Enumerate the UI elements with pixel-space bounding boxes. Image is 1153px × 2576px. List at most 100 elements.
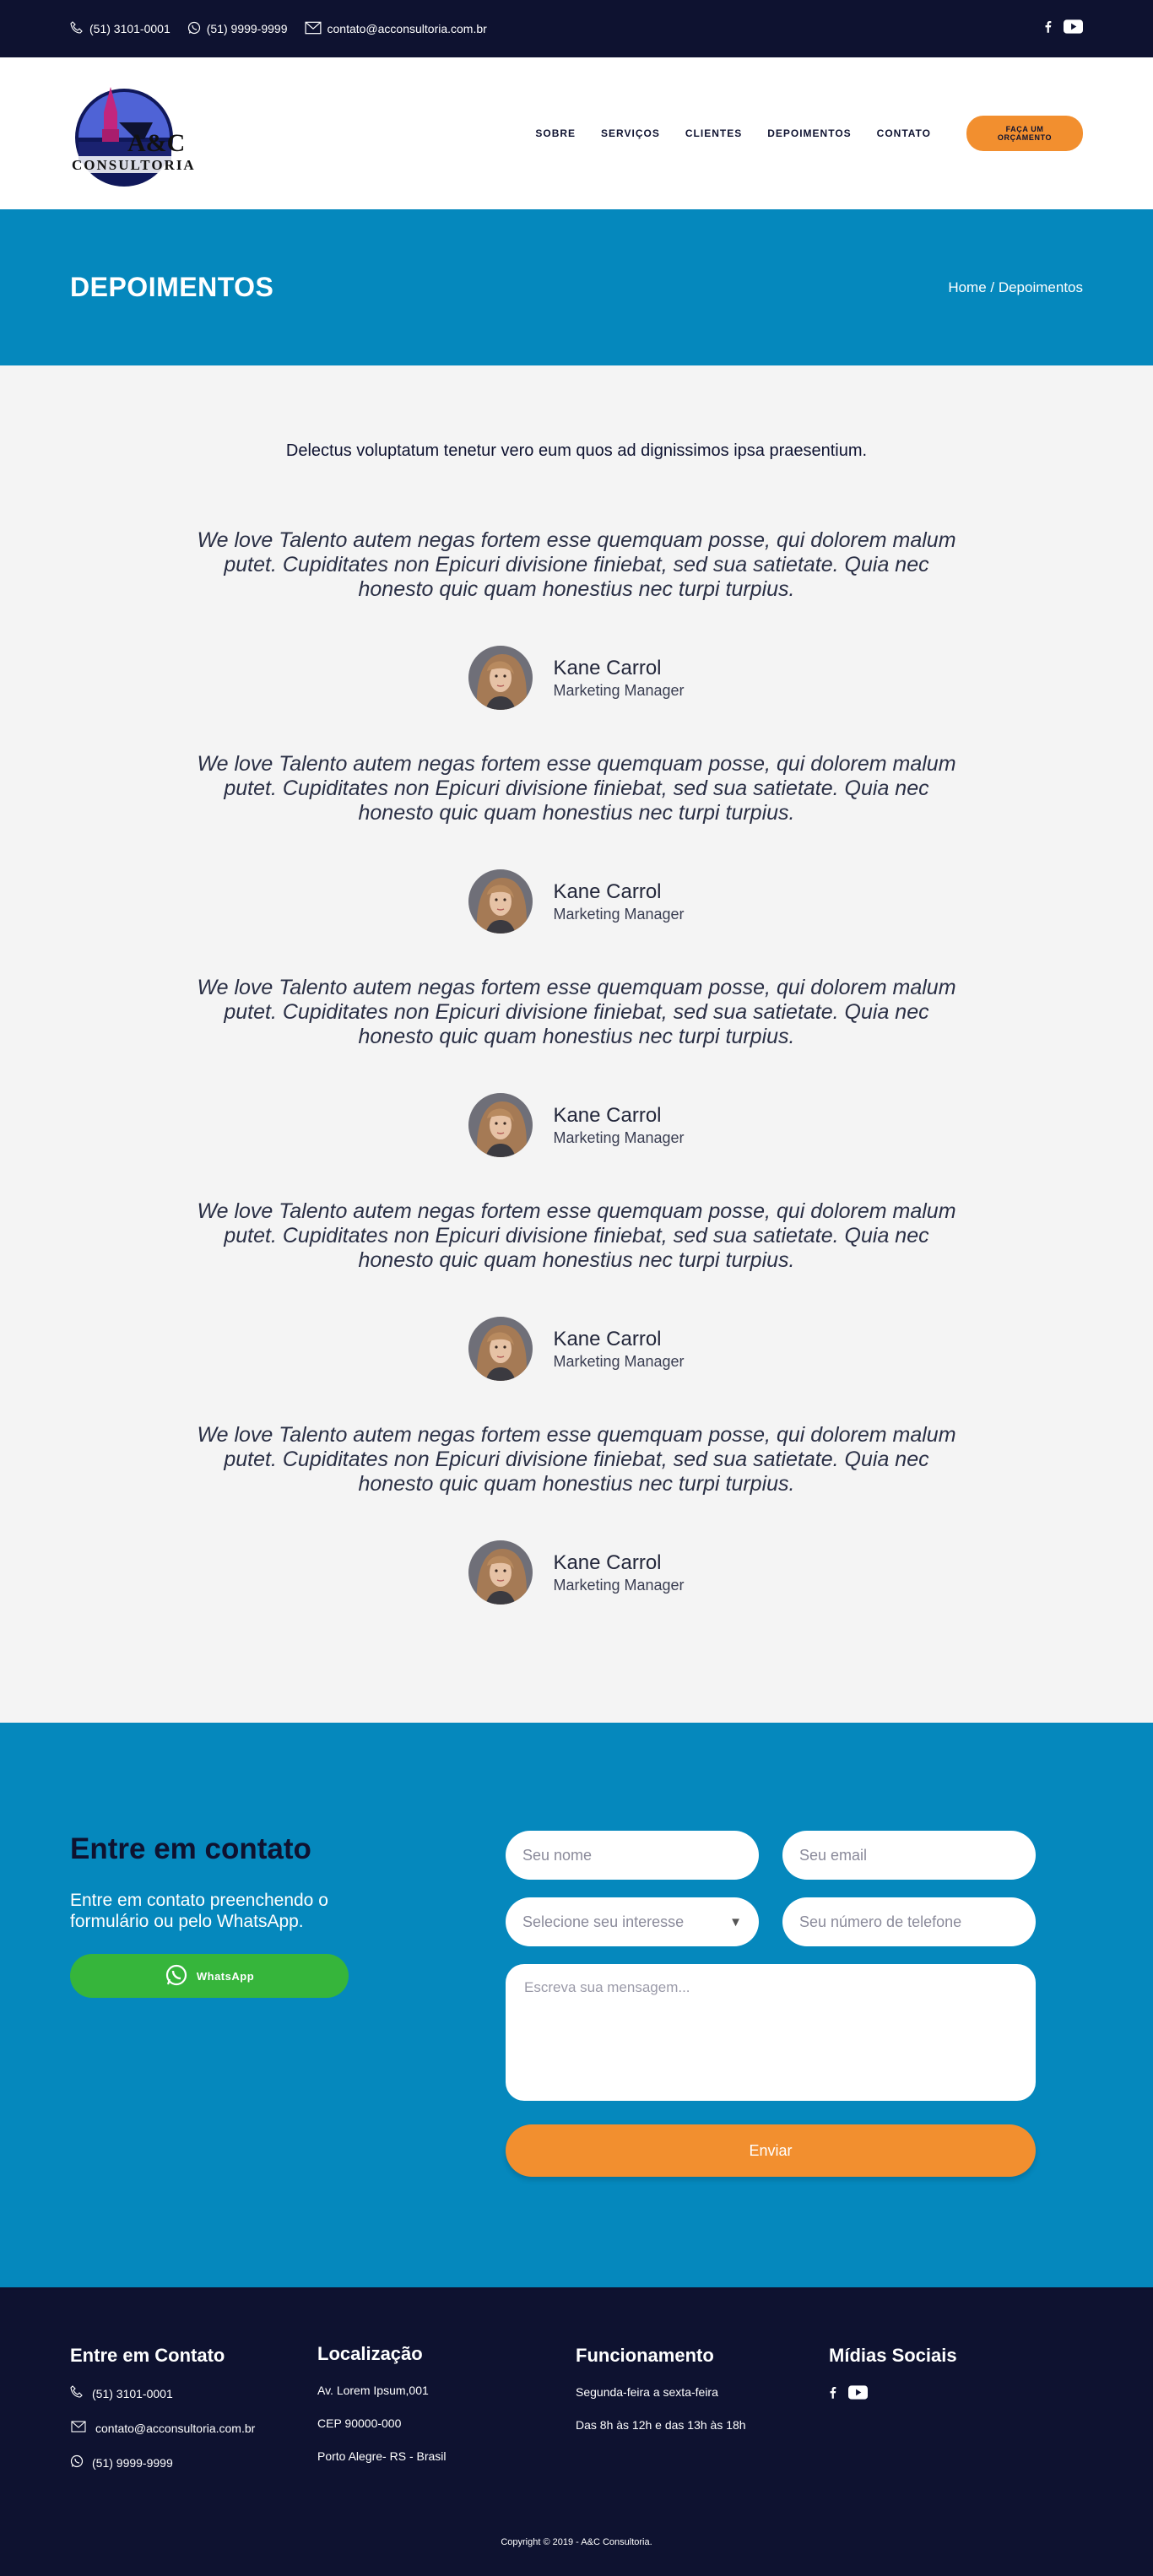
footer-phone-text: (51) 3101-0001 xyxy=(92,2386,173,2400)
interest-select[interactable]: Selecione seu interesse ▼ xyxy=(506,1897,759,1946)
testimonial-author: Kane Carrol Marketing Manager xyxy=(197,646,956,710)
footer-contact: Entre em Contato (51) 3101-0001 contato@… xyxy=(70,2345,255,2490)
top-phone[interactable]: (51) 3101-0001 xyxy=(70,20,171,37)
author-name: Kane Carrol xyxy=(553,879,662,903)
top-email[interactable]: contato@acconsultoria.com.br xyxy=(305,21,487,37)
footer-location: Localização Av. Lorem Ipsum,001 CEP 9000… xyxy=(317,2343,447,2482)
main-nav: SOBRE SERVIÇOS CLIENTES DEPOIMENTOS CONT… xyxy=(535,116,1083,151)
author-info: Kane Carrol Marketing Manager xyxy=(553,1104,684,1147)
footer-cep: CEP 90000-000 xyxy=(317,2416,402,2430)
top-email-text: contato@acconsultoria.com.br xyxy=(327,22,487,35)
mail-icon xyxy=(70,2421,87,2435)
whatsapp-button[interactable]: WhatsApp xyxy=(70,1954,349,1998)
message-textarea[interactable]: Escreva sua mensagem... xyxy=(506,1964,1036,2101)
testimonial-quote: We love Talento autem negas fortem esse … xyxy=(197,528,956,601)
copyright: Copyright © 2019 - A&C Consultoria. xyxy=(501,2537,652,2547)
footer-address: Av. Lorem Ipsum,001 xyxy=(317,2384,429,2397)
contact-info: Entre em contato Entre em contato preenc… xyxy=(70,1832,349,1998)
author-info: Kane Carrol Marketing Manager xyxy=(553,880,684,923)
author-info: Kane Carrol Marketing Manager xyxy=(553,657,684,700)
mail-icon xyxy=(305,21,322,37)
top-whatsapp-text: (51) 9999-9999 xyxy=(206,22,288,35)
submit-button[interactable]: Enviar xyxy=(506,2124,1036,2177)
footer-location-title: Localização xyxy=(317,2343,423,2364)
page-title: DEPOIMENTOS xyxy=(70,272,274,302)
message-placeholder: Escreva sua mensagem... xyxy=(524,1979,690,1995)
footer-city: Porto Alegre- RS - Brasil xyxy=(317,2449,447,2463)
youtube-icon[interactable] xyxy=(848,2385,868,2404)
avatar xyxy=(468,869,533,934)
footer-email[interactable]: contato@acconsultoria.com.br xyxy=(70,2421,255,2435)
facebook-icon[interactable] xyxy=(1044,20,1052,37)
logo-subtext: CONSULTORIA xyxy=(72,157,196,173)
footer-social: Mídias Sociais xyxy=(829,2345,957,2404)
testimonial: We love Talento autem negas fortem esse … xyxy=(197,976,956,1157)
author-info: Kane Carrol Marketing Manager xyxy=(553,1551,684,1594)
youtube-icon[interactable] xyxy=(1064,19,1083,38)
testimonial: We love Talento autem negas fortem esse … xyxy=(197,528,956,710)
author-role: Marketing Manager xyxy=(553,905,685,923)
email-input[interactable]: Seu email xyxy=(782,1831,1036,1880)
author-name: Kane Carrol xyxy=(553,1327,662,1350)
author-role: Marketing Manager xyxy=(553,1576,685,1594)
testimonial: We love Talento autem negas fortem esse … xyxy=(197,752,956,934)
breadcrumb[interactable]: Home / Depoimentos xyxy=(948,279,1083,296)
nav-clientes[interactable]: CLIENTES xyxy=(685,127,742,139)
caret-down-icon: ▼ xyxy=(729,1914,742,1929)
name-input[interactable]: Seu nome xyxy=(506,1831,759,1880)
author-info: Kane Carrol Marketing Manager xyxy=(553,1328,684,1371)
quote-button[interactable]: FAÇA UM ORÇAMENTO xyxy=(966,116,1083,151)
site-footer: Entre em Contato (51) 3101-0001 contato@… xyxy=(0,2287,1153,2576)
testimonial-author: Kane Carrol Marketing Manager xyxy=(197,1317,956,1381)
nav-servicos[interactable]: SERVIÇOS xyxy=(601,127,660,139)
author-name: Kane Carrol xyxy=(553,1550,662,1574)
name-placeholder: Seu nome xyxy=(522,1846,593,1864)
testimonial-quote: We love Talento autem negas fortem esse … xyxy=(197,1199,956,1272)
whatsapp-button-label: WhatsApp xyxy=(196,1969,255,1983)
author-name: Kane Carrol xyxy=(553,656,662,679)
footer-email-text: contato@acconsultoria.com.br xyxy=(95,2421,256,2435)
email-placeholder: Seu email xyxy=(799,1846,868,1864)
footer-hours: Funcionamento Segunda-feira a sexta-feir… xyxy=(576,2345,746,2451)
footer-whatsapp-text: (51) 9999-9999 xyxy=(92,2455,173,2470)
phone-icon xyxy=(70,2385,84,2401)
footer-hours-title: Funcionamento xyxy=(576,2345,714,2366)
avatar xyxy=(468,646,533,710)
top-social xyxy=(1044,19,1083,38)
top-whatsapp[interactable]: (51) 9999-9999 xyxy=(187,21,288,37)
author-role: Marketing Manager xyxy=(553,1352,685,1370)
author-role: Marketing Manager xyxy=(553,681,685,699)
avatar xyxy=(468,1540,533,1605)
contact-section: Entre em contato Entre em contato preenc… xyxy=(0,1723,1153,2287)
interest-select-value: Selecione seu interesse xyxy=(522,1913,685,1930)
testimonials-section: Delectus voluptatum tenetur vero eum quo… xyxy=(0,365,1153,1723)
contact-form: Seu nome Seu email Selecione seu interes… xyxy=(506,1831,1036,2177)
whatsapp-icon xyxy=(70,2454,84,2470)
testimonial-author: Kane Carrol Marketing Manager xyxy=(197,1093,956,1157)
company-logo[interactable]: A&C CONSULTORIA xyxy=(70,78,197,188)
testimonials-list: We love Talento autem negas fortem esse … xyxy=(0,528,1153,1605)
phone-placeholder: Seu número de telefone xyxy=(799,1913,962,1930)
footer-phone[interactable]: (51) 3101-0001 xyxy=(70,2385,255,2401)
nav-depoimentos[interactable]: DEPOIMENTOS xyxy=(767,127,851,139)
footer-days: Segunda-feira a sexta-feira xyxy=(576,2385,718,2399)
footer-contact-title: Entre em Contato xyxy=(70,2345,225,2366)
testimonials-intro: Delectus voluptatum tenetur vero eum quo… xyxy=(285,441,868,460)
testimonial-author: Kane Carrol Marketing Manager xyxy=(197,869,956,934)
author-role: Marketing Manager xyxy=(553,1128,685,1146)
nav-contato[interactable]: CONTATO xyxy=(877,127,931,139)
whatsapp-icon xyxy=(187,21,201,37)
testimonial-quote: We love Talento autem negas fortem esse … xyxy=(197,752,956,825)
top-bar: (51) 3101-0001 (51) 9999-9999 contato@ac… xyxy=(0,0,1153,57)
whatsapp-icon xyxy=(165,1963,188,1989)
page: (51) 3101-0001 (51) 9999-9999 contato@ac… xyxy=(0,0,1153,2576)
testimonial-author: Kane Carrol Marketing Manager xyxy=(197,1540,956,1605)
phone-input[interactable]: Seu número de telefone xyxy=(782,1897,1036,1946)
avatar xyxy=(468,1317,533,1381)
nav-sobre[interactable]: SOBRE xyxy=(535,127,576,139)
page-banner: DEPOIMENTOS Home / Depoimentos xyxy=(0,209,1153,365)
footer-whatsapp[interactable]: (51) 9999-9999 xyxy=(70,2454,255,2470)
contact-title: Entre em contato xyxy=(70,1832,311,1865)
footer-social-title: Mídias Sociais xyxy=(829,2345,957,2366)
facebook-icon[interactable] xyxy=(829,2386,836,2403)
